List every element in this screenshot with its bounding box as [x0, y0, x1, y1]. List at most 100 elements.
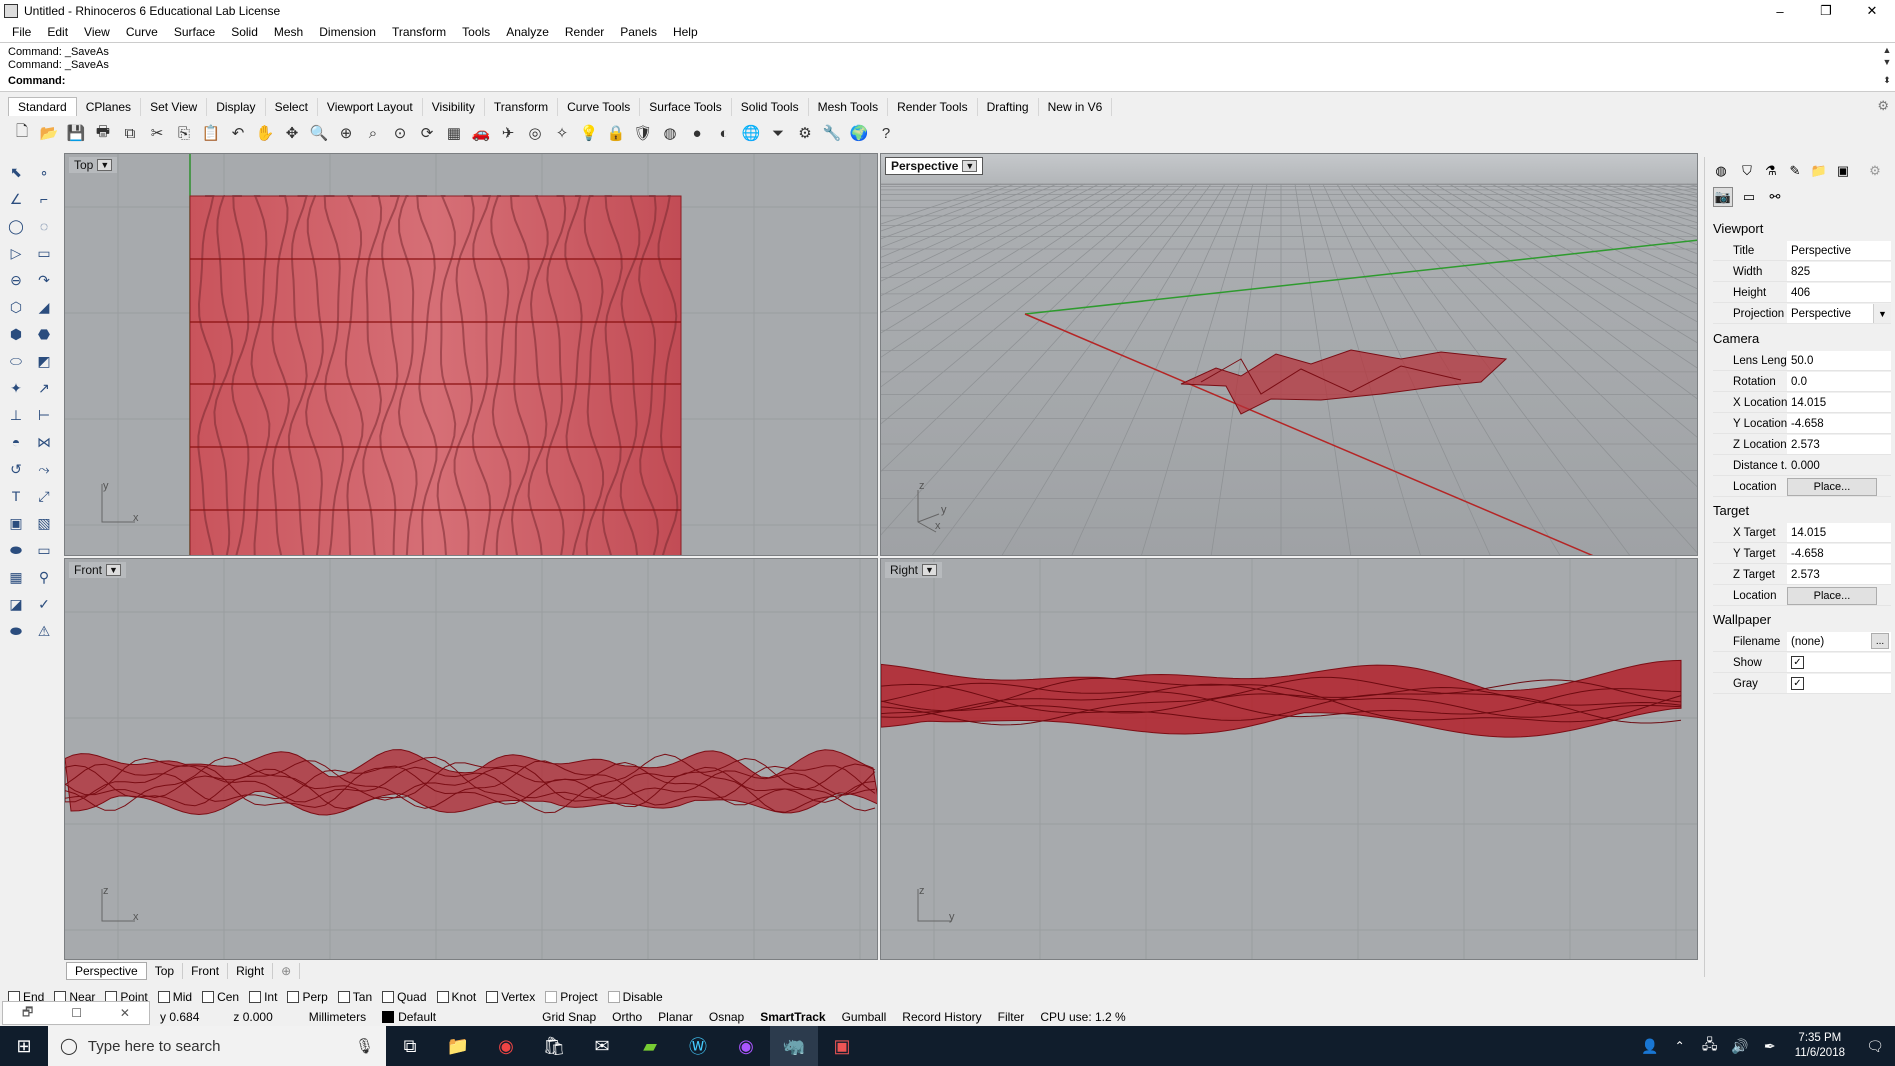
left-tool-19-icon[interactable]: ⊥ — [4, 403, 28, 427]
width-field[interactable]: 825 — [1787, 262, 1891, 281]
gear-icon[interactable]: ⚙ — [1865, 161, 1885, 181]
color-wheel-icon[interactable]: ◍ — [658, 121, 682, 145]
left-tool-32-icon[interactable]: ⚲ — [32, 565, 56, 589]
shield-icon[interactable]: 🛡 — [631, 121, 655, 145]
left-tool-21-icon[interactable]: ◓ — [4, 430, 28, 454]
viewport-title-top[interactable]: Top ▼ — [69, 157, 118, 173]
tab-cplanes[interactable]: CPlanes — [77, 98, 142, 116]
command-input[interactable] — [70, 73, 1875, 89]
four-views-icon[interactable]: ▦ — [442, 121, 466, 145]
menu-panels[interactable]: Panels — [612, 25, 665, 39]
dropdown-arrow-icon[interactable]: ▼ — [962, 160, 978, 172]
viewport-title-perspective[interactable]: Perspective ▼ — [885, 157, 984, 175]
pencil-icon[interactable]: ✎ — [1785, 161, 1805, 181]
gear-icon[interactable]: ⚙ — [793, 121, 817, 145]
viewport-top[interactable]: y x Top ▼ — [64, 153, 878, 556]
lock-icon[interactable]: 🔒 — [604, 121, 628, 145]
left-tool-13-icon[interactable]: ⬢ — [4, 322, 28, 346]
vp-tab-front[interactable]: Front — [183, 963, 229, 979]
left-tool-3-icon[interactable]: ∠ — [4, 187, 28, 211]
viewport-title-front[interactable]: Front ▼ — [69, 562, 126, 578]
osnap-project[interactable]: Project — [545, 990, 598, 1004]
projection-select[interactable]: Perspective ▼ — [1787, 304, 1891, 323]
left-tool-18-icon[interactable]: ↗ — [32, 376, 56, 400]
powerpoint-icon[interactable]: ▣ — [818, 1026, 866, 1066]
scroll-up-icon[interactable]: ▲ — [1881, 45, 1893, 55]
tab-display[interactable]: Display — [207, 98, 266, 116]
vp-tab-perspective[interactable]: Perspective — [66, 962, 147, 980]
print-icon[interactable]: 🖶 — [91, 121, 115, 145]
copy-icon[interactable]: ⎘ — [172, 121, 196, 145]
viewport-title-right[interactable]: Right ▼ — [885, 562, 942, 578]
zoom-selected-icon[interactable]: ⊙ — [388, 121, 412, 145]
viewport-perspective[interactable]: z y x Perspective ▼ — [880, 153, 1698, 556]
display-icon[interactable]: ▣ — [1833, 161, 1853, 181]
car-icon[interactable]: 🚗 — [469, 121, 493, 145]
app-purple-icon[interactable]: ◉ — [722, 1026, 770, 1066]
osnap-tan[interactable]: Tan — [337, 990, 372, 1004]
menu-transform[interactable]: Transform — [384, 25, 454, 39]
taskbar-clock[interactable]: 7:35 PM 11/6/2018 — [1785, 1031, 1855, 1061]
tab-transform[interactable]: Transform — [485, 98, 559, 116]
left-tool-22-icon[interactable]: ⋈ — [32, 430, 56, 454]
menu-solid[interactable]: Solid — [223, 25, 266, 39]
save-icon[interactable]: 💾 — [64, 121, 88, 145]
left-tool-15-icon[interactable]: ⬭ — [4, 349, 28, 373]
left-tool-17-icon[interactable]: ✦ — [4, 376, 28, 400]
menu-dimension[interactable]: Dimension — [311, 25, 384, 39]
chevron-up-icon[interactable]: ⌃ — [1665, 1026, 1695, 1066]
chrome-icon[interactable]: ◉ — [482, 1026, 530, 1066]
left-tool-26-icon[interactable]: ⤢ — [32, 484, 56, 508]
units-display[interactable]: Millimeters — [301, 1010, 374, 1024]
close-button[interactable]: ✕ — [1849, 0, 1895, 22]
osnap-quad[interactable]: Quad — [382, 990, 427, 1004]
import-icon[interactable]: ⧉ — [118, 121, 142, 145]
left-tool-28-icon[interactable]: ▧ — [32, 511, 56, 535]
tab-surface-tools[interactable]: Surface Tools — [640, 98, 732, 116]
left-tool-14-icon[interactable]: ⬣ — [32, 322, 56, 346]
app-w-icon[interactable]: Ⓦ — [674, 1026, 722, 1066]
file-explorer-icon[interactable]: 📁 — [434, 1026, 482, 1066]
height-field[interactable]: 406 — [1787, 283, 1891, 302]
mail-icon[interactable]: ✉ — [578, 1026, 626, 1066]
osnap-int[interactable]: Int — [249, 990, 277, 1004]
chevron-down-icon[interactable]: ▼ — [1873, 304, 1891, 323]
vp-tab-right[interactable]: Right — [228, 963, 274, 979]
x-target-field[interactable]: 14.015 — [1787, 523, 1891, 542]
undo-icon[interactable]: ↶ — [226, 121, 250, 145]
globe-icon[interactable]: 🌍 — [847, 121, 871, 145]
left-tool-24-icon[interactable]: ⤳ — [32, 457, 56, 481]
color-wheel-icon[interactable]: ◍ — [1711, 161, 1731, 181]
tab-render-tools[interactable]: Render Tools — [888, 98, 978, 116]
z-location-field[interactable]: 2.573 — [1787, 435, 1891, 454]
menu-mesh[interactable]: Mesh — [266, 25, 311, 39]
y-location-field[interactable]: -4.658 — [1787, 414, 1891, 433]
layers-icon[interactable]: ⛉ — [1737, 161, 1757, 181]
y-target-field[interactable]: -4.658 — [1787, 544, 1891, 563]
target-place-button[interactable]: Place... — [1787, 586, 1877, 605]
add-viewport-icon[interactable]: ⊕ — [273, 963, 301, 979]
network-icon[interactable]: 🖧 — [1695, 1026, 1725, 1066]
menu-help[interactable]: Help — [665, 25, 706, 39]
people-icon[interactable]: 👤 — [1635, 1026, 1665, 1066]
zoom-extents-icon[interactable]: ⌕ — [361, 121, 385, 145]
record-history-toggle[interactable]: Record History — [894, 1010, 989, 1024]
grid-snap-toggle[interactable]: Grid Snap — [534, 1010, 604, 1024]
left-tool-5-icon[interactable]: ◯ — [4, 214, 28, 238]
tab-select[interactable]: Select — [266, 98, 318, 116]
sphere-grey-icon[interactable]: ● — [685, 121, 709, 145]
menu-render[interactable]: Render — [557, 25, 612, 39]
x-location-field[interactable]: 14.015 — [1787, 393, 1891, 412]
menu-edit[interactable]: Edit — [39, 25, 76, 39]
left-tool-9-icon[interactable]: ⊖ — [4, 268, 28, 292]
dropdown-arrow-icon[interactable]: ▼ — [97, 159, 113, 171]
sphere-shaded-icon[interactable]: ◐ — [712, 121, 736, 145]
left-tool-30-icon[interactable]: ▭ — [32, 538, 56, 562]
layer-display[interactable]: Default — [374, 1010, 444, 1024]
maximize-button[interactable]: ❐ — [1803, 0, 1849, 22]
menu-analyze[interactable]: Analyze — [498, 25, 557, 39]
pen-icon[interactable]: ✒ — [1755, 1026, 1785, 1066]
tools-icon[interactable]: 🔧 — [820, 121, 844, 145]
notifications-icon[interactable]: 🗨 — [1855, 1026, 1895, 1066]
frame-icon[interactable]: ▭ — [1739, 187, 1759, 207]
